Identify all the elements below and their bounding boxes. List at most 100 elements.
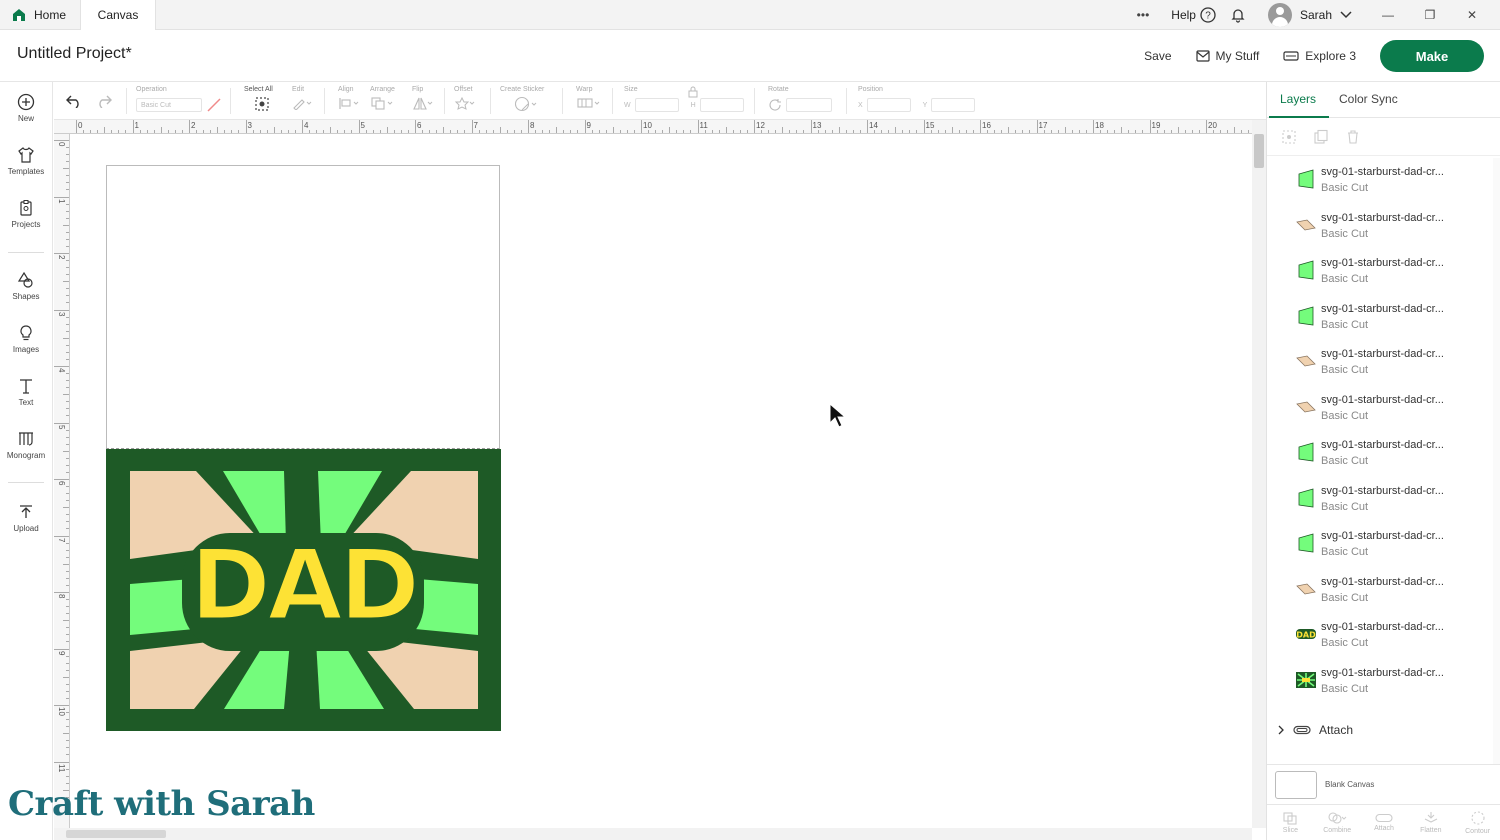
flatten-button[interactable]: Flatten bbox=[1407, 805, 1454, 840]
ruler-left-label: 0 bbox=[57, 142, 66, 147]
sidebar-item-upload[interactable]: Upload bbox=[0, 494, 52, 542]
tab-home[interactable]: Home bbox=[0, 0, 80, 30]
layer-name: svg-01-starburst-dad-cr... bbox=[1321, 348, 1444, 360]
layer-row[interactable]: DAD svg-01-starburst-dad-cr... Basic Cut bbox=[1277, 613, 1487, 657]
ruler-top-label: 14 bbox=[869, 121, 878, 130]
sidebar-item-monogram[interactable]: Monogram bbox=[0, 421, 52, 469]
group-icon[interactable] bbox=[1281, 129, 1297, 145]
vertical-scroll-thumb[interactable] bbox=[1254, 134, 1264, 168]
layer-row[interactable]: svg-01-starburst-dad-cr... Basic Cut bbox=[1277, 249, 1487, 293]
pen-color-icon[interactable] bbox=[206, 98, 222, 112]
layer-row[interactable]: svg-01-starburst-dad-cr... Basic Cut bbox=[1277, 431, 1487, 475]
toolbar-divider bbox=[562, 88, 563, 114]
dad-text[interactable]: DAD bbox=[188, 528, 422, 645]
layer-row[interactable]: svg-01-starburst-dad-cr... Basic Cut bbox=[1277, 340, 1487, 384]
layer-row[interactable]: svg-01-starburst-dad-cr... Basic Cut bbox=[1277, 477, 1487, 521]
layer-row[interactable]: svg-01-starburst-dad-cr... Basic Cut bbox=[1277, 568, 1487, 612]
rotate-input[interactable] bbox=[786, 98, 832, 112]
make-button[interactable]: Make bbox=[1380, 40, 1484, 72]
tab-color-sync[interactable]: Color Sync bbox=[1339, 92, 1398, 106]
ruler-left-label: 4 bbox=[57, 368, 66, 373]
layer-row[interactable]: svg-01-starburst-dad-cr... Basic Cut bbox=[1277, 659, 1487, 703]
duplicate-icon[interactable] bbox=[1313, 129, 1329, 145]
sidebar-item-projects[interactable]: Projects bbox=[0, 190, 52, 238]
machine-selector[interactable]: Explore 3 bbox=[1283, 49, 1356, 63]
attach-button[interactable]: Attach bbox=[1361, 805, 1408, 840]
tab-canvas-label: Canvas bbox=[97, 8, 139, 22]
help-button[interactable]: Help ? bbox=[1171, 7, 1216, 23]
bell-icon[interactable] bbox=[1230, 7, 1246, 23]
horizontal-scrollbar[interactable] bbox=[54, 828, 1252, 840]
sidebar-item-new[interactable]: New bbox=[0, 84, 52, 132]
save-button[interactable]: Save bbox=[1144, 49, 1171, 63]
height-input[interactable] bbox=[699, 98, 744, 112]
project-title[interactable]: Untitled Project* bbox=[17, 45, 132, 63]
user-menu[interactable]: Sarah bbox=[1267, 3, 1352, 27]
trash-icon[interactable] bbox=[1345, 129, 1361, 145]
my-stuff-button[interactable]: My Stuff bbox=[1195, 49, 1259, 63]
width-input[interactable] bbox=[634, 98, 679, 112]
flatten-icon bbox=[1424, 812, 1438, 823]
chevron-right-icon[interactable] bbox=[1277, 725, 1285, 735]
lock-icon[interactable] bbox=[688, 86, 698, 98]
layer-row[interactable]: svg-01-starburst-dad-cr... Basic Cut bbox=[1277, 158, 1487, 202]
create-sticker-group[interactable]: Create Sticker bbox=[500, 86, 544, 116]
ruler-tick bbox=[697, 120, 699, 133]
layer-row[interactable]: svg-01-starburst-dad-cr... Basic Cut bbox=[1277, 386, 1487, 430]
layer-name: svg-01-starburst-dad-cr... bbox=[1321, 393, 1444, 406]
attach-group-row[interactable]: Attach bbox=[1277, 718, 1487, 742]
card-design[interactable]: DAD bbox=[106, 449, 501, 731]
ruler-top-label: 3 bbox=[247, 121, 252, 130]
flip-icon bbox=[413, 97, 433, 110]
flip-group[interactable]: Flip bbox=[412, 86, 434, 116]
tab-canvas[interactable]: Canvas bbox=[80, 0, 156, 30]
close-button[interactable]: ✕ bbox=[1458, 8, 1486, 22]
design-canvas[interactable]: DAD bbox=[70, 134, 1252, 828]
undo-icon[interactable] bbox=[66, 94, 82, 108]
layer-row[interactable]: svg-01-starburst-dad-cr... Basic Cut bbox=[1277, 295, 1487, 339]
starburst-dad-design[interactable]: DAD bbox=[106, 449, 501, 731]
more-menu-button[interactable]: ••• bbox=[1137, 8, 1150, 22]
ruler-tick bbox=[980, 120, 981, 133]
slice-button[interactable]: Slice bbox=[1267, 805, 1314, 840]
offset-group[interactable]: Offset bbox=[454, 86, 476, 116]
ruler-minor-tick bbox=[63, 733, 69, 735]
layers-scrollbar[interactable] bbox=[1493, 158, 1500, 764]
sidebar-item-images[interactable]: Images bbox=[0, 315, 52, 363]
combine-button[interactable]: Combine bbox=[1314, 805, 1361, 840]
select-all-group[interactable]: Select All bbox=[244, 86, 273, 116]
sidebar-item-shapes[interactable]: Shapes bbox=[0, 262, 52, 310]
operation-select[interactable]: Basic Cut bbox=[136, 98, 202, 112]
arrange-group[interactable]: Arrange bbox=[370, 86, 395, 116]
blank-canvas-row[interactable]: Blank Canvas bbox=[1267, 764, 1500, 804]
contour-button[interactable]: Contour bbox=[1454, 805, 1500, 840]
sidebar-item-templates[interactable]: Templates bbox=[0, 137, 52, 185]
blank-canvas-swatch[interactable] bbox=[1275, 771, 1317, 799]
layer-name: svg-01-starburst-dad-cr... bbox=[1321, 666, 1444, 679]
vertical-scrollbar[interactable] bbox=[1252, 120, 1266, 828]
watermark: Craft with Sarah bbox=[8, 784, 315, 824]
y-input[interactable] bbox=[931, 98, 976, 112]
card-top-panel[interactable] bbox=[106, 165, 500, 449]
ruler-minor-tick bbox=[160, 127, 162, 133]
edit-group[interactable]: Edit bbox=[292, 86, 312, 116]
ruler-minor-tick bbox=[612, 127, 614, 133]
ruler-top-label: 10 bbox=[643, 121, 652, 130]
layer-thumbnail bbox=[1296, 219, 1316, 230]
align-group[interactable]: Align bbox=[338, 86, 360, 116]
offset-icon bbox=[454, 96, 475, 110]
ruler-top-label: 20 bbox=[1208, 121, 1217, 130]
tab-layers[interactable]: Layers bbox=[1280, 92, 1316, 106]
restore-button[interactable]: ❐ bbox=[1416, 8, 1444, 22]
layer-thumbnail bbox=[1298, 305, 1314, 325]
x-input[interactable] bbox=[866, 98, 911, 112]
layer-row[interactable]: svg-01-starburst-dad-cr... Basic Cut bbox=[1277, 522, 1487, 566]
horizontal-scroll-thumb[interactable] bbox=[66, 830, 166, 838]
sidebar-item-text[interactable]: Text bbox=[0, 368, 52, 416]
layer-row[interactable]: svg-01-starburst-dad-cr... Basic Cut bbox=[1277, 204, 1487, 248]
minimize-button[interactable]: — bbox=[1374, 8, 1402, 22]
warp-group[interactable]: Warp bbox=[576, 86, 602, 116]
ruler-top-label: 19 bbox=[1151, 121, 1161, 130]
redo-icon[interactable] bbox=[96, 94, 112, 108]
sidebar-divider bbox=[8, 252, 44, 253]
